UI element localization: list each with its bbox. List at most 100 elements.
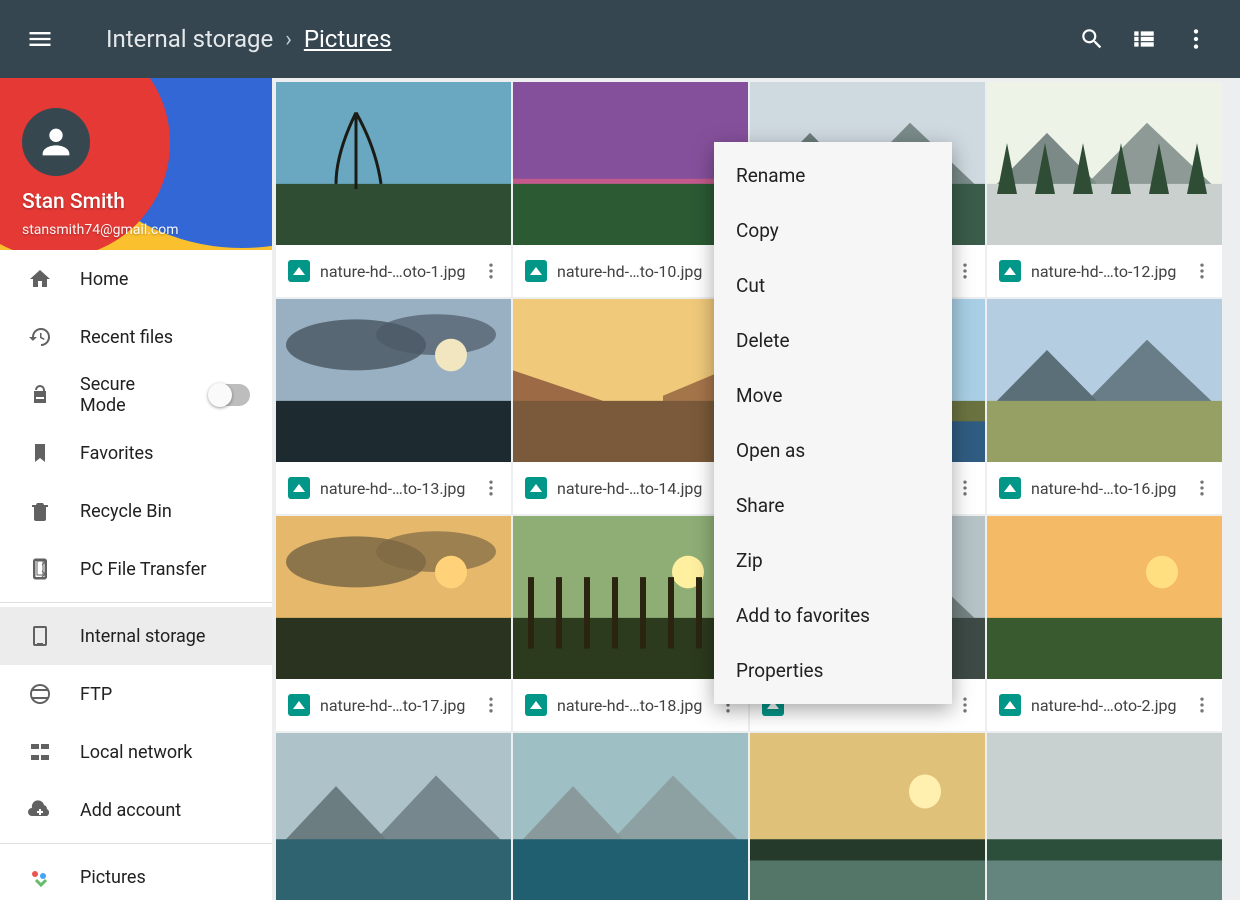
nav-list: Home Recent files Secure Mode Favorites Recy… — [0, 250, 272, 900]
ftp-icon — [26, 680, 54, 708]
file-card[interactable]: nature-hd-…to-12.jpg — [987, 82, 1222, 297]
file-caption: nature-hd-…to-13.jpg — [276, 462, 511, 514]
menu-item-share[interactable]: Share — [714, 478, 952, 533]
file-thumbnail — [513, 299, 748, 462]
secure-icon — [26, 381, 54, 409]
sidebar-item-recycle-bin[interactable]: Recycle Bin — [0, 482, 272, 540]
file-caption: nature-hd-…to-12.jpg — [987, 245, 1222, 297]
file-card[interactable]: nature-hd-…to-10.jpg — [513, 82, 748, 297]
file-name: nature-hd-…to-14.jpg — [557, 479, 704, 498]
sidebar-item-label: Secure Mode — [80, 374, 184, 416]
file-caption: nature-hd-…to-17.jpg — [276, 679, 511, 731]
file-card[interactable]: nature-hd-…to-16.jpg — [987, 299, 1222, 514]
file-card[interactable]: nature-hd-…oto-1.jpg — [276, 82, 511, 297]
menu-item-copy[interactable]: Copy — [714, 203, 952, 258]
view-list-button[interactable] — [1118, 13, 1170, 65]
file-thumbnail — [987, 516, 1222, 679]
image-file-icon — [999, 260, 1021, 282]
drawer-header: Stan Smith stansmith74@gmail.com — [0, 78, 272, 250]
file-card[interactable] — [750, 733, 985, 900]
file-card[interactable]: nature-hd-…oto-2.jpg — [987, 516, 1222, 731]
breadcrumb-parent[interactable]: Internal storage — [106, 25, 273, 53]
breadcrumb-current[interactable]: Pictures — [304, 25, 392, 53]
file-name: nature-hd-…to-10.jpg — [557, 262, 704, 281]
breadcrumb: Internal storage › Pictures — [106, 25, 391, 53]
sidebar-item-ftp[interactable]: FTP — [0, 665, 272, 723]
menu-item-cut[interactable]: Cut — [714, 258, 952, 313]
file-more-button[interactable] — [477, 470, 505, 506]
menu-button[interactable] — [10, 9, 70, 69]
file-thumbnail — [276, 733, 511, 900]
file-more-button[interactable] — [477, 253, 505, 289]
person-icon — [36, 122, 76, 162]
search-button[interactable] — [1066, 13, 1118, 65]
sidebar-item-favorites[interactable]: Favorites — [0, 424, 272, 482]
nav-divider — [0, 843, 272, 844]
file-name: nature-hd-…to-16.jpg — [1031, 479, 1178, 498]
file-card[interactable]: nature-hd-…to-17.jpg — [276, 516, 511, 731]
pc-icon — [26, 555, 54, 583]
sidebar-item-local-network[interactable]: Local network — [0, 723, 272, 781]
sidebar-item-label: Internal storage — [80, 626, 205, 647]
file-thumbnail — [513, 733, 748, 900]
file-more-button[interactable] — [477, 687, 505, 723]
image-file-icon — [288, 694, 310, 716]
file-card[interactable] — [276, 733, 511, 900]
menu-item-zip[interactable]: Zip — [714, 533, 952, 588]
menu-item-properties[interactable]: Properties — [714, 643, 952, 698]
file-more-button[interactable] — [951, 687, 979, 723]
menu-item-rename[interactable]: Rename — [714, 148, 952, 203]
home-icon — [26, 265, 54, 293]
menu-item-delete[interactable]: Delete — [714, 313, 952, 368]
file-card[interactable]: nature-hd-…to-13.jpg — [276, 299, 511, 514]
secure-mode-toggle[interactable] — [210, 384, 250, 406]
file-card[interactable] — [513, 733, 748, 900]
file-thumbnail — [276, 82, 511, 245]
file-caption: nature-hd-…to-14.jpg — [513, 462, 748, 514]
file-more-button[interactable] — [1188, 253, 1216, 289]
file-more-button[interactable] — [951, 253, 979, 289]
file-thumbnail — [513, 516, 748, 679]
chevron-right-icon: › — [285, 27, 292, 52]
menu-item-open-as[interactable]: Open as — [714, 423, 952, 478]
more-vert-icon — [1183, 26, 1209, 52]
overflow-button[interactable] — [1170, 13, 1222, 65]
menu-item-move[interactable]: Move — [714, 368, 952, 423]
file-name: nature-hd-…to-13.jpg — [320, 479, 467, 498]
sidebar-item-label: Home — [80, 269, 128, 290]
avatar[interactable] — [22, 108, 90, 176]
image-file-icon — [525, 260, 547, 282]
file-card[interactable] — [987, 733, 1222, 900]
image-file-icon — [525, 694, 547, 716]
nav-divider — [0, 602, 272, 603]
file-caption: nature-hd-…to-10.jpg — [513, 245, 748, 297]
sidebar-item-add-account[interactable]: Add account — [0, 781, 272, 839]
file-thumbnail — [276, 516, 511, 679]
file-name: nature-hd-…oto-1.jpg — [320, 262, 467, 281]
cloud-add-icon — [26, 796, 54, 824]
file-thumbnail — [987, 82, 1222, 245]
image-file-icon — [999, 694, 1021, 716]
file-card[interactable]: nature-hd-…to-18.jpg — [513, 516, 748, 731]
file-more-button[interactable] — [1188, 687, 1216, 723]
file-thumbnail — [276, 299, 511, 462]
file-caption: nature-hd-…to-16.jpg — [987, 462, 1222, 514]
recent-icon — [26, 323, 54, 351]
sidebar-item-label: Local network — [80, 742, 192, 763]
search-icon — [1079, 26, 1105, 52]
storage-icon — [26, 622, 54, 650]
menu-item-add-to-favorites[interactable]: Add to favorites — [714, 588, 952, 643]
file-card[interactable]: nature-hd-…to-14.jpg — [513, 299, 748, 514]
sidebar-item-recent-files[interactable]: Recent files — [0, 308, 272, 366]
image-file-icon — [999, 477, 1021, 499]
image-file-icon — [288, 477, 310, 499]
file-more-button[interactable] — [1188, 470, 1216, 506]
file-more-button[interactable] — [951, 470, 979, 506]
sidebar-item-label: Add account — [80, 800, 181, 821]
sidebar-item-pictures[interactable]: Pictures — [0, 848, 272, 900]
sidebar-item-secure-mode[interactable]: Secure Mode — [0, 366, 272, 424]
sidebar-item-label: Recycle Bin — [80, 501, 172, 522]
sidebar-item-home[interactable]: Home — [0, 250, 272, 308]
sidebar-item-internal-storage[interactable]: Internal storage — [0, 607, 272, 665]
sidebar-item-pc-file-transfer[interactable]: PC File Transfer — [0, 540, 272, 598]
